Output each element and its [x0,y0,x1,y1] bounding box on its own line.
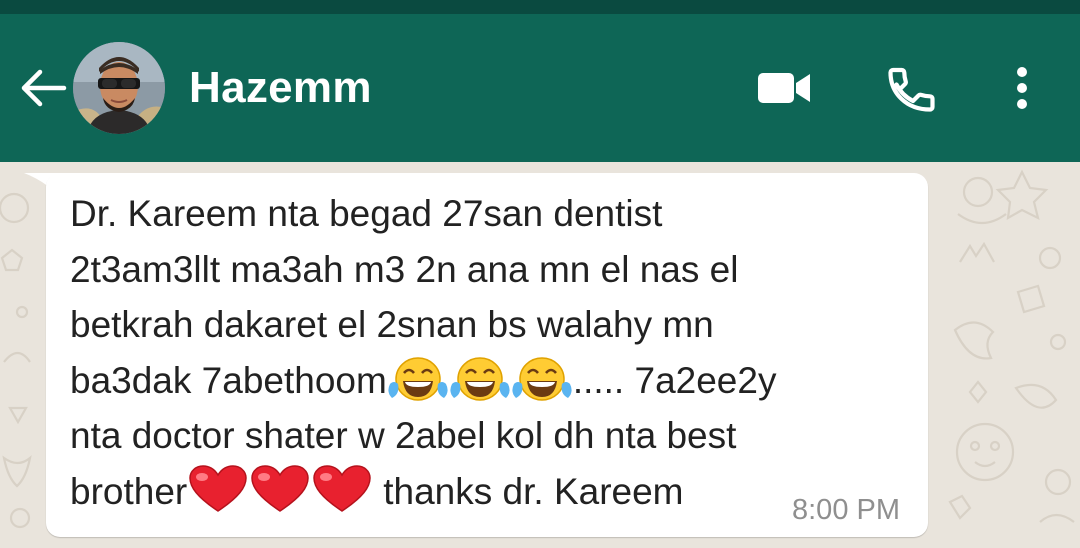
message-line: Dr. Kareem nta begad 27san dentist [70,193,663,234]
message-timestamp: 8:00 PM [792,494,900,526]
status-bar [0,0,1080,14]
chat-header: Hazemm [0,14,1080,162]
message-line-with-emojis: ba3dak 7abethoom ..... 7a2ee2y [70,353,890,409]
video-camera-icon[interactable] [756,69,812,107]
tears-of-joy-emoji-icon [450,356,510,401]
message-text: Dr. Kareem nta begad 27san dentist 2t3am… [70,186,890,519]
contact-name[interactable]: Hazemm [189,62,372,114]
message-line-with-emojis: brother thanks dr. Kareem [70,464,890,520]
red-heart-emoji-icon [189,464,247,512]
message-line: 2t3am3llt ma3ah m3 2n ana mn el nas el [70,248,739,290]
message-line: betkrah dakaret el 2snan bs walahy mn [70,304,714,345]
phone-icon[interactable] [886,62,938,114]
message-line-part: thanks dr. Kareem [383,470,684,512]
tears-of-joy-emoji-icon [512,356,572,401]
more-vert-icon[interactable] [1008,64,1036,112]
message-line-part: ..... 7a2ee2y [572,359,777,401]
message-line-part: ba3dak 7abethoom [70,359,387,401]
arrow-left-icon[interactable] [18,66,68,110]
message-line: nta doctor shater w 2abel kol dh nta bes… [70,415,737,456]
avatar[interactable] [73,42,165,134]
avatar-photo [73,42,165,134]
chat-screen: Hazemm Dr. Kareem nta begad 27san dentis… [0,0,1080,548]
tears-of-joy-emoji-icon [388,356,448,401]
red-heart-emoji-icon [251,464,309,512]
red-heart-emoji-icon [313,464,371,512]
message-line-part: brother [70,470,188,512]
